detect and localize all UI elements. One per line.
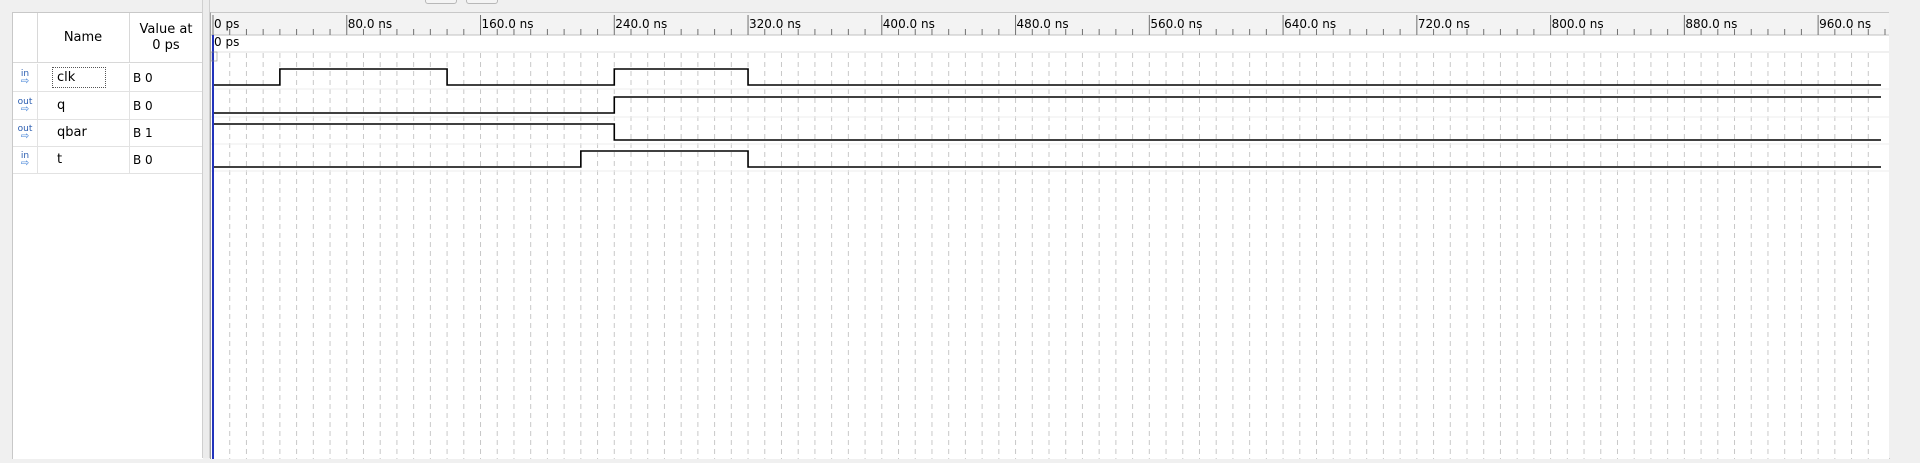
waveform-clk[interactable] [213, 68, 1881, 86]
signal-name-cell[interactable]: q [37, 92, 130, 119]
waveform-t[interactable] [213, 150, 1881, 168]
ruler-tick-label: 720.0 ns [1418, 17, 1470, 31]
toolbar-button-a[interactable] [425, 0, 457, 4]
column-header-value-line1: Value at [139, 21, 193, 37]
input-pin-icon: in ⇨ [13, 64, 38, 91]
signal-value-cell: B 1 [129, 119, 203, 146]
signal-row-clk[interactable]: in ⇨ clk B 0 [13, 64, 203, 92]
waveform-qbar[interactable] [213, 123, 1881, 141]
signal-row-t[interactable]: in ⇨ t B 0 [13, 146, 203, 174]
ruler-tick-label: 480.0 ns [1017, 17, 1069, 31]
right-margin [1889, 0, 1920, 458]
signal-value-cell: B 0 [129, 92, 203, 119]
waveform-canvas[interactable]: 0 ps 80.0 ns 160.0 ns 240.0 ns 320.0 ns 400.0… [210, 13, 1889, 459]
signal-name: clk [51, 67, 107, 88]
ruler-tick-label: 160.0 ns [482, 17, 534, 31]
panel-splitter[interactable] [202, 0, 210, 458]
waveform-panel[interactable]: 0 ps 80.0 ns 160.0 ns 240.0 ns 320.0 ns 400.0… [210, 12, 1890, 459]
signal-name: q [57, 98, 66, 113]
ruler-tick-label: 800.0 ns [1552, 17, 1604, 31]
ruler-tick-label: 240.0 ns [615, 17, 667, 31]
ruler-tick-label: 0 ps [214, 17, 239, 31]
signal-name-cell[interactable]: clk [37, 64, 130, 91]
signal-value: B 1 [133, 125, 153, 140]
ruler-tick-label: 560.0 ns [1150, 17, 1202, 31]
column-header-value[interactable]: Value at 0 ps [129, 13, 204, 63]
cursor-time-label: 0 ps [214, 35, 239, 49]
signal-value: B 0 [133, 70, 153, 85]
waveform-q[interactable] [213, 96, 1881, 114]
ruler-tick-label: 80.0 ns [348, 17, 392, 31]
signal-name-cell[interactable]: t [37, 146, 130, 173]
ruler-tick-label: 400.0 ns [883, 17, 935, 31]
signal-value-cell: B 0 [129, 64, 203, 91]
ruler-tick-label: 640.0 ns [1284, 17, 1336, 31]
toolbar-button-b[interactable] [466, 0, 498, 4]
output-pin-icon: out ⇨ [13, 119, 38, 146]
signal-row-q[interactable]: out ⇨ q B 0 [13, 92, 203, 120]
signal-value: B 0 [133, 98, 153, 113]
signal-list-panel: Name Value at 0 ps in ⇨ clk B 0 out ⇨ q B … [12, 12, 204, 459]
signal-name: qbar [57, 125, 87, 140]
ruler-tick-label: 880.0 ns [1685, 17, 1737, 31]
signal-name-cell[interactable]: qbar [37, 119, 130, 146]
input-pin-icon: in ⇨ [13, 146, 38, 173]
output-pin-icon: out ⇨ [13, 92, 38, 119]
signal-name: t [57, 152, 63, 167]
signal-value: B 0 [133, 152, 153, 167]
column-header-icon [13, 13, 38, 63]
signal-value-cell: B 0 [129, 146, 203, 173]
signal-row-qbar[interactable]: out ⇨ qbar B 1 [13, 119, 203, 147]
column-header-name[interactable]: Name [37, 13, 130, 63]
ruler-tick-label: 960.0 ns [1819, 17, 1871, 31]
ruler-tick-label: 320.0 ns [749, 17, 801, 31]
column-header-value-line2: 0 ps [152, 37, 180, 53]
